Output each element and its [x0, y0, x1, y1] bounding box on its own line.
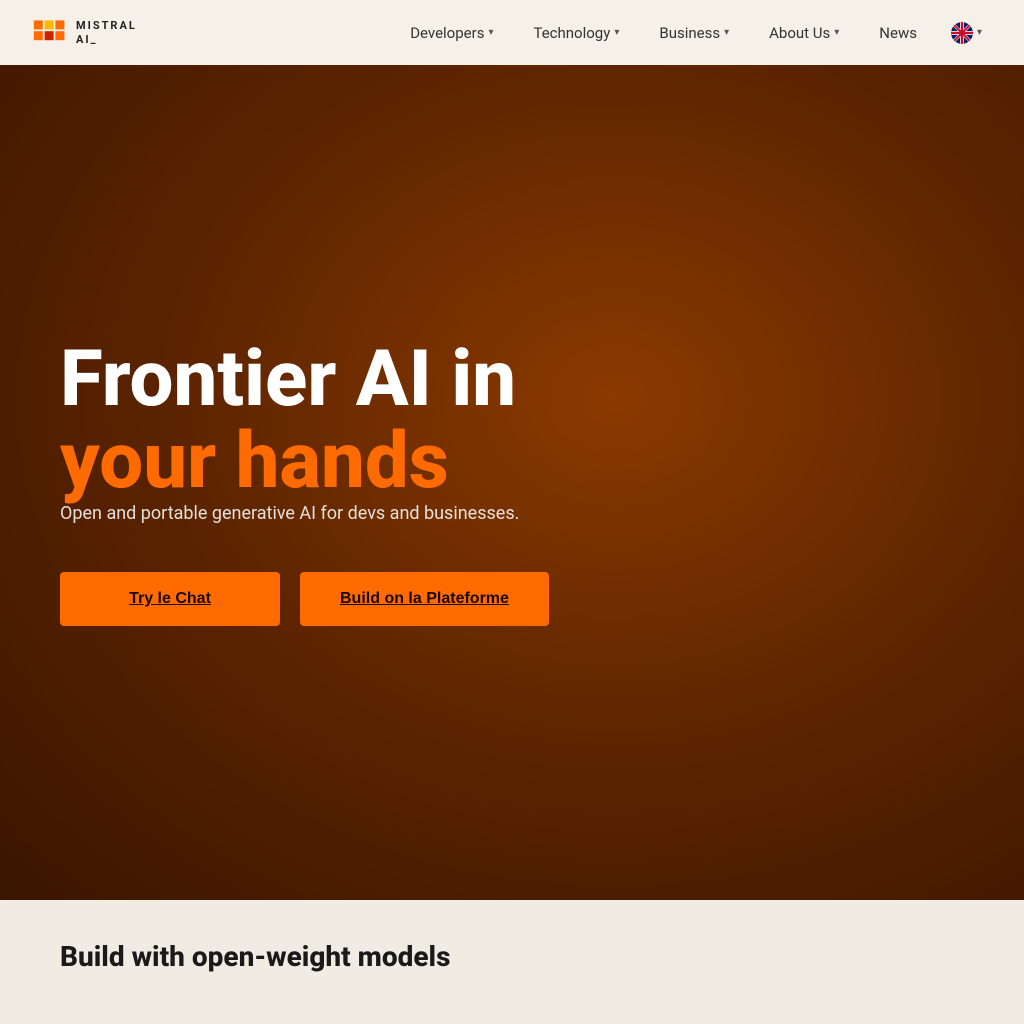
chevron-down-icon: ▾: [614, 27, 619, 38]
nav-link-news[interactable]: News: [863, 16, 933, 50]
nav-item-technology[interactable]: Technology ▾: [517, 16, 635, 50]
hero-subtitle: Open and portable generative AI for devs…: [60, 503, 560, 524]
mistral-logo-icon: [32, 15, 68, 51]
nav-item-developers[interactable]: Developers ▾: [394, 16, 509, 50]
hero-title-line1: Frontier AI in: [60, 339, 964, 421]
build-platform-button[interactable]: Build on la Plateforme: [300, 572, 549, 626]
navbar: MISTRAL AI_ Developers ▾ Technology ▾ Bu…: [0, 0, 1024, 65]
hero-section: Frontier AI in your hands Open and porta…: [0, 65, 1024, 900]
nav-item-news[interactable]: News: [863, 16, 933, 50]
bottom-title: Build with open-weight models: [60, 940, 964, 973]
hero-title-line2: your hands: [60, 421, 964, 503]
try-chat-button[interactable]: Try le Chat: [60, 572, 280, 626]
chevron-down-icon: ▾: [834, 27, 839, 38]
lang-chevron-icon: ▾: [977, 27, 982, 38]
logo[interactable]: MISTRAL AI_: [32, 15, 137, 51]
chevron-down-icon: ▾: [488, 27, 493, 38]
nav-item-about-us[interactable]: About Us ▾: [753, 16, 855, 50]
nav-link-business[interactable]: Business ▾: [643, 16, 745, 50]
nav-link-technology[interactable]: Technology ▾: [517, 16, 635, 50]
nav-item-business[interactable]: Business ▾: [643, 16, 745, 50]
nav-item-language[interactable]: ▾: [941, 16, 992, 50]
chevron-down-icon: ▾: [724, 27, 729, 38]
nav-link-developers[interactable]: Developers ▾: [394, 16, 509, 50]
bottom-section: Build with open-weight models: [0, 900, 1024, 1024]
logo-text: MISTRAL AI_: [76, 19, 137, 45]
language-selector[interactable]: ▾: [941, 16, 992, 50]
nav-links: Developers ▾ Technology ▾ Business ▾ Abo…: [394, 16, 992, 50]
flag-uk-icon: [951, 22, 973, 44]
nav-link-about-us[interactable]: About Us ▾: [753, 16, 855, 50]
hero-buttons: Try le Chat Build on la Plateforme: [60, 572, 964, 626]
